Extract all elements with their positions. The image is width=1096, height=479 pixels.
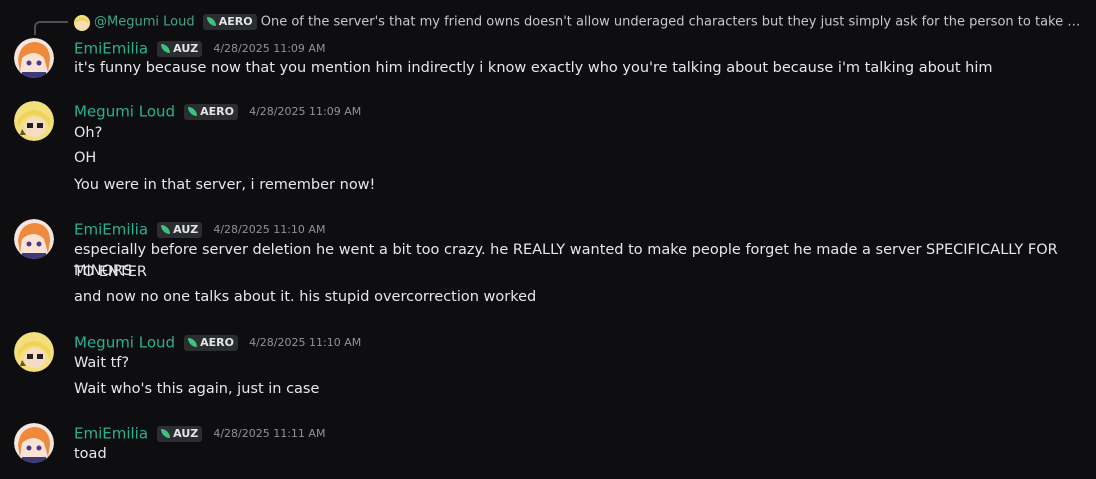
reply-preview[interactable]: @Megumi Loud AERO One of the server's th…: [0, 12, 1096, 35]
message-text: TO ENTER: [74, 264, 147, 280]
avatar[interactable]: [14, 423, 54, 463]
server-tag[interactable]: AUZ: [157, 40, 203, 57]
timestamp: 4/28/2025 11:10 AM: [213, 223, 326, 236]
leaf-icon: [161, 224, 171, 234]
timestamp: 4/28/2025 11:11 AM: [213, 427, 326, 440]
message-text: toad: [74, 446, 107, 462]
reply-content: One of the server's that my friend owns …: [260, 14, 1084, 30]
message-text: Wait tf?: [74, 355, 130, 371]
author-name[interactable]: EmiEmilia: [74, 425, 148, 443]
avatar[interactable]: [14, 38, 54, 78]
server-tag[interactable]: AUZ: [157, 425, 203, 442]
server-tag[interactable]: AUZ: [157, 221, 203, 238]
message-header: EmiEmilia AUZ 4/28/2025 11:10 AM: [74, 219, 325, 241]
server-tag[interactable]: AERO: [184, 334, 238, 351]
leaf-icon: [161, 428, 171, 438]
leaf-icon: [206, 17, 216, 26]
author-name[interactable]: Megumi Loud: [74, 334, 175, 352]
reply-server-tag: AERO: [202, 14, 257, 30]
message-text: it's funny because now that you mention …: [74, 60, 993, 76]
avatar[interactable]: [14, 101, 54, 141]
author-name[interactable]: EmiEmilia: [74, 40, 148, 58]
reply-avatar[interactable]: [74, 15, 90, 31]
leaf-icon: [188, 337, 198, 347]
message-text: Oh?: [74, 125, 103, 141]
message-text: OH: [74, 150, 97, 166]
message-text: Wait who's this again, just in case: [74, 381, 320, 397]
message-text: and now no one talks about it. his stupi…: [74, 289, 537, 305]
avatar[interactable]: [14, 332, 54, 372]
reply-connector: [34, 21, 68, 35]
author-name[interactable]: Megumi Loud: [74, 103, 175, 121]
leaf-icon: [161, 43, 171, 53]
leaf-icon: [188, 106, 198, 116]
message-header: Megumi Loud AERO 4/28/2025 11:09 AM: [74, 101, 361, 123]
timestamp: 4/28/2025 11:10 AM: [249, 336, 362, 349]
timestamp: 4/28/2025 11:09 AM: [249, 105, 362, 118]
reply-author[interactable]: @Megumi Loud: [94, 15, 195, 30]
reply-text[interactable]: @Megumi Loud AERO One of the server's th…: [94, 14, 1084, 30]
author-name[interactable]: EmiEmilia: [74, 221, 148, 239]
avatar[interactable]: [14, 219, 54, 259]
message-header: Megumi Loud AERO 4/28/2025 11:10 AM: [74, 332, 361, 354]
message-header: EmiEmilia AUZ 4/28/2025 11:11 AM: [74, 423, 325, 445]
message-header: EmiEmilia AUZ 4/28/2025 11:09 AM: [74, 38, 325, 60]
server-tag[interactable]: AERO: [184, 103, 238, 120]
message-text: You were in that server, i remember now!: [74, 177, 376, 193]
timestamp: 4/28/2025 11:09 AM: [213, 42, 326, 55]
